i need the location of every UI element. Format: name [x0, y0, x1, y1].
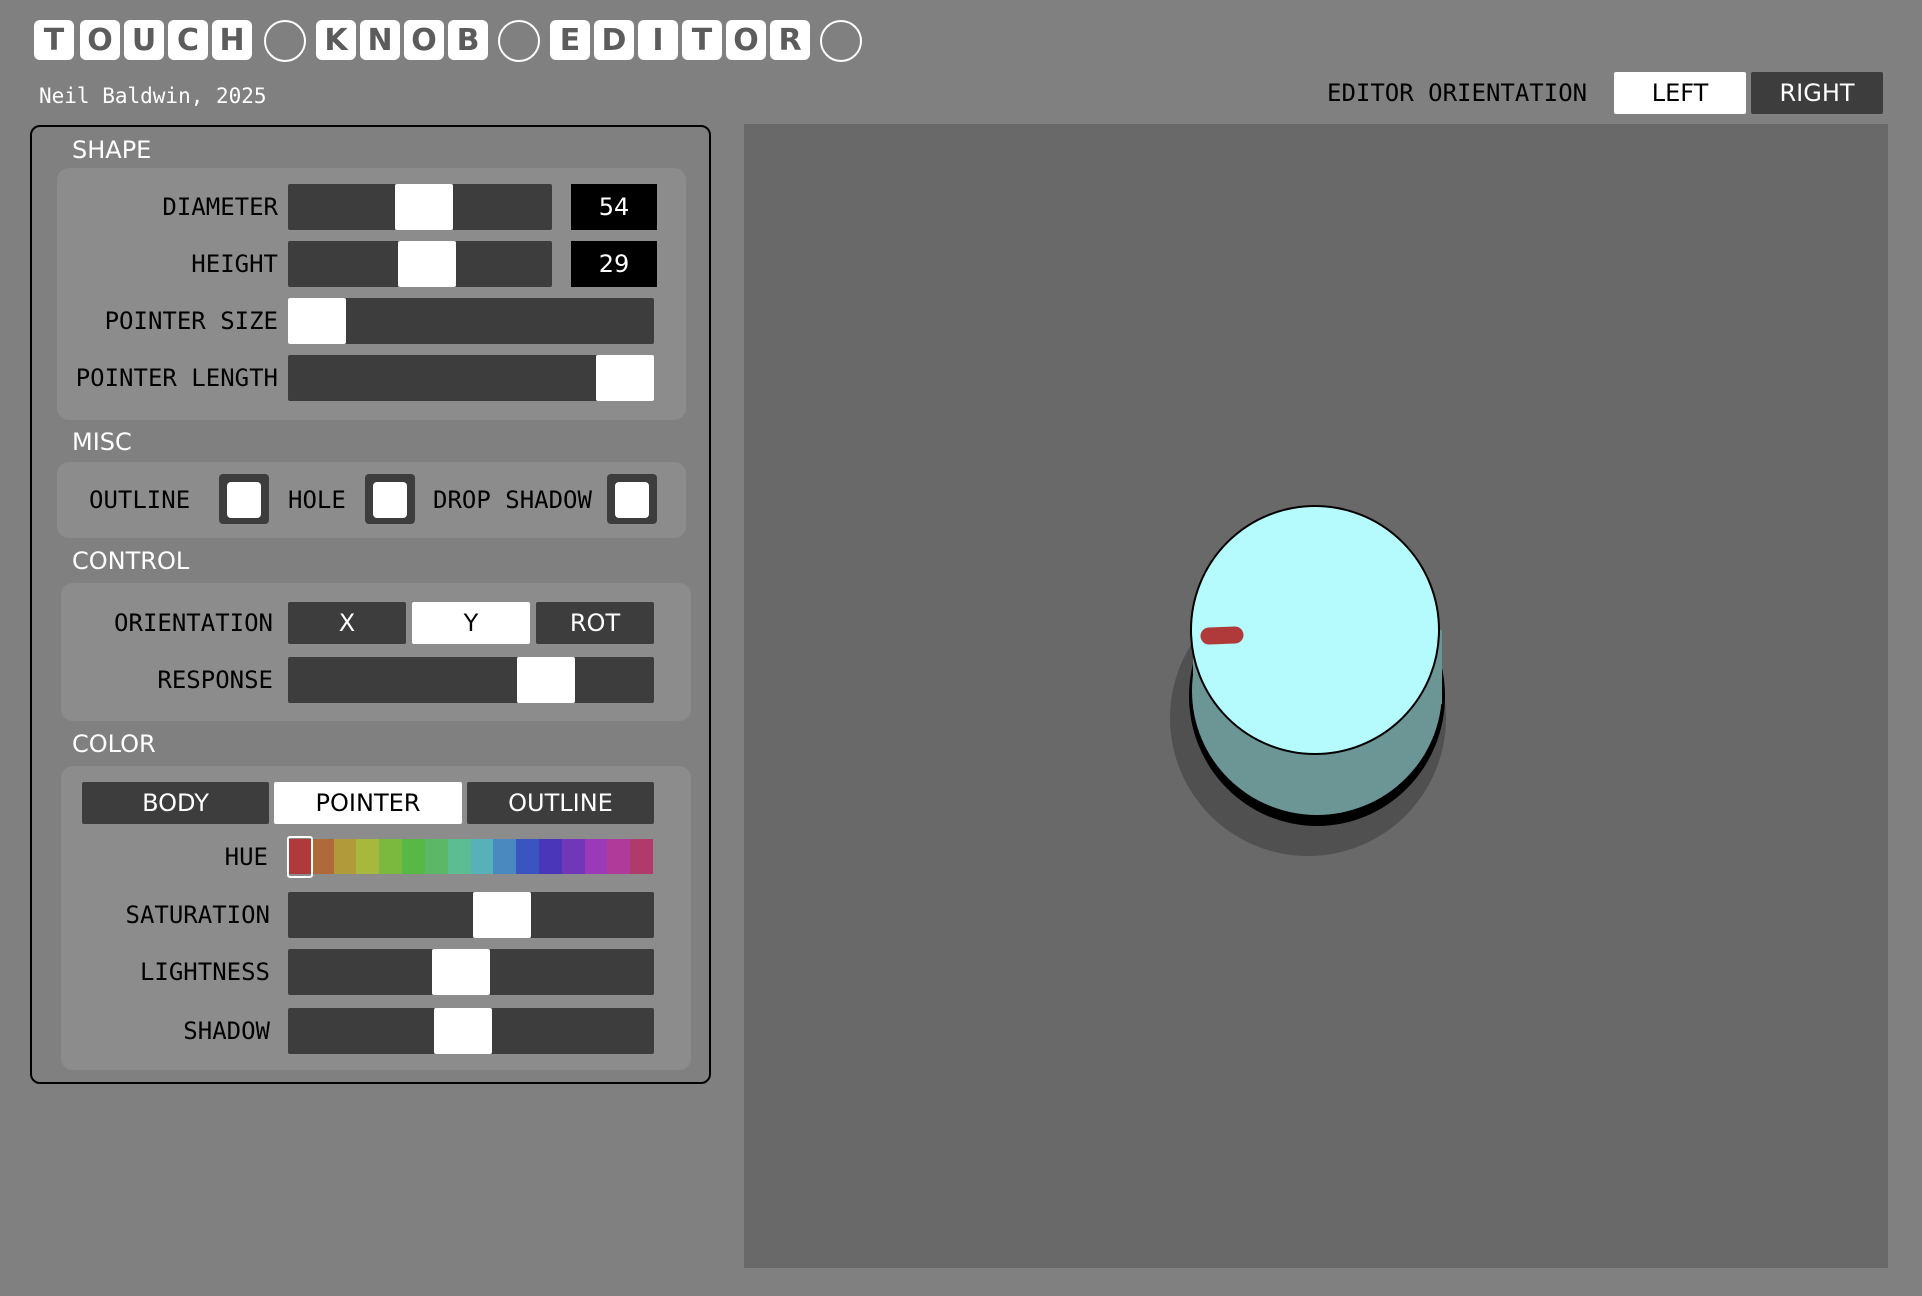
hole-checkbox[interactable]: [365, 474, 415, 524]
hue-swatch[interactable]: [630, 839, 653, 874]
hue-swatch[interactable]: [356, 839, 380, 874]
title-tile: I: [638, 20, 678, 60]
slider-thumb[interactable]: [517, 657, 575, 703]
response-label: RESPONSE: [157, 666, 273, 694]
color-section-title: COLOR: [72, 730, 156, 758]
orientation-rot-button[interactable]: ROT: [536, 602, 654, 644]
pointer-size-slider[interactable]: [288, 298, 654, 344]
title-circle-icon: [498, 20, 540, 62]
shadow-slider[interactable]: [288, 1008, 654, 1054]
slider-thumb[interactable]: [395, 184, 453, 230]
hue-swatch[interactable]: [333, 839, 357, 874]
hue-swatch[interactable]: [470, 839, 494, 874]
title-tile: N: [360, 20, 400, 60]
hue-swatch[interactable]: [379, 839, 403, 874]
checkbox-box: [615, 482, 649, 518]
title-tile: E: [550, 20, 590, 60]
slider-thumb[interactable]: [596, 355, 654, 401]
color-pointer-tab[interactable]: POINTER: [274, 782, 462, 824]
slider-thumb[interactable]: [434, 1008, 492, 1054]
slider-thumb[interactable]: [288, 298, 346, 344]
height-slider[interactable]: [288, 241, 552, 287]
title-tile: K: [316, 20, 356, 60]
response-slider[interactable]: [288, 657, 654, 703]
title-tile: O: [80, 20, 120, 60]
control-section-title: CONTROL: [72, 547, 190, 575]
saturation-slider[interactable]: [288, 892, 654, 938]
hue-swatch[interactable]: [493, 839, 517, 874]
title-tile: B: [448, 20, 488, 60]
title-tile: O: [726, 20, 766, 60]
hue-swatch[interactable]: [447, 839, 471, 874]
author-credit: Neil Baldwin, 2025: [39, 84, 267, 108]
diameter-label: DIAMETER: [162, 193, 278, 221]
pointer-size-label: POINTER SIZE: [104, 307, 278, 335]
title-tile: O: [404, 20, 444, 60]
drop-shadow-label: DROP SHADOW: [433, 486, 592, 514]
outline-label: OUTLINE: [89, 486, 191, 514]
title-tile: C: [168, 20, 208, 60]
title-tile: T: [682, 20, 722, 60]
height-label: HEIGHT: [191, 250, 278, 278]
height-value: 29: [571, 241, 657, 287]
checkbox-box: [373, 482, 407, 518]
pointer-length-slider[interactable]: [288, 355, 654, 401]
orientation-left-button[interactable]: LEFT: [1614, 72, 1746, 114]
shape-section-title: SHAPE: [72, 136, 152, 164]
orientation-x-button[interactable]: X: [288, 602, 406, 644]
orientation-right-button[interactable]: RIGHT: [1751, 72, 1883, 114]
hue-swatch[interactable]: [584, 839, 608, 874]
hue-swatch[interactable]: [561, 839, 585, 874]
slider-thumb[interactable]: [473, 892, 531, 938]
title-tile: H: [212, 20, 252, 60]
hue-swatch[interactable]: [402, 839, 425, 874]
diameter-slider[interactable]: [288, 184, 552, 230]
slider-thumb[interactable]: [398, 241, 456, 287]
hue-label: HUE: [224, 843, 268, 871]
color-outline-tab[interactable]: OUTLINE: [467, 782, 654, 824]
title-tile: U: [124, 20, 164, 60]
pointer-length-label: POINTER LENGTH: [75, 364, 278, 392]
title-circle-icon: [264, 20, 306, 62]
editor-orientation-label: EDITOR ORIENTATION: [1327, 79, 1588, 107]
hue-swatch[interactable]: [538, 839, 562, 874]
title-circle-icon: [820, 20, 862, 62]
knob-pointer: [1200, 626, 1244, 645]
hue-swatch[interactable]: [424, 839, 448, 874]
hue-picker[interactable]: [288, 839, 653, 874]
title-tile: T: [34, 20, 74, 60]
lightness-label: LIGHTNESS: [139, 958, 270, 986]
slider-thumb[interactable]: [432, 949, 490, 995]
saturation-label: SATURATION: [125, 901, 271, 929]
title-tile: R: [770, 20, 810, 60]
checkbox-box: [227, 482, 261, 518]
knob-preview-area: [744, 124, 1888, 1268]
hue-swatch[interactable]: [310, 839, 334, 874]
title-tile: D: [594, 20, 634, 60]
orientation-y-button[interactable]: Y: [412, 602, 530, 644]
misc-section-title: MISC: [72, 428, 132, 456]
outline-checkbox[interactable]: [219, 474, 269, 524]
knob-preview[interactable]: [744, 124, 1888, 1268]
hue-selection-marker[interactable]: [287, 836, 313, 878]
hue-swatch[interactable]: [516, 839, 539, 874]
hue-swatch[interactable]: [607, 839, 631, 874]
diameter-value: 54: [571, 184, 657, 230]
drop-shadow-checkbox[interactable]: [607, 474, 657, 524]
color-body-tab[interactable]: BODY: [82, 782, 269, 824]
lightness-slider[interactable]: [288, 949, 654, 995]
control-orientation-label: ORIENTATION: [114, 609, 273, 637]
shadow-label: SHADOW: [183, 1017, 270, 1045]
hole-label: HOLE: [288, 486, 346, 514]
